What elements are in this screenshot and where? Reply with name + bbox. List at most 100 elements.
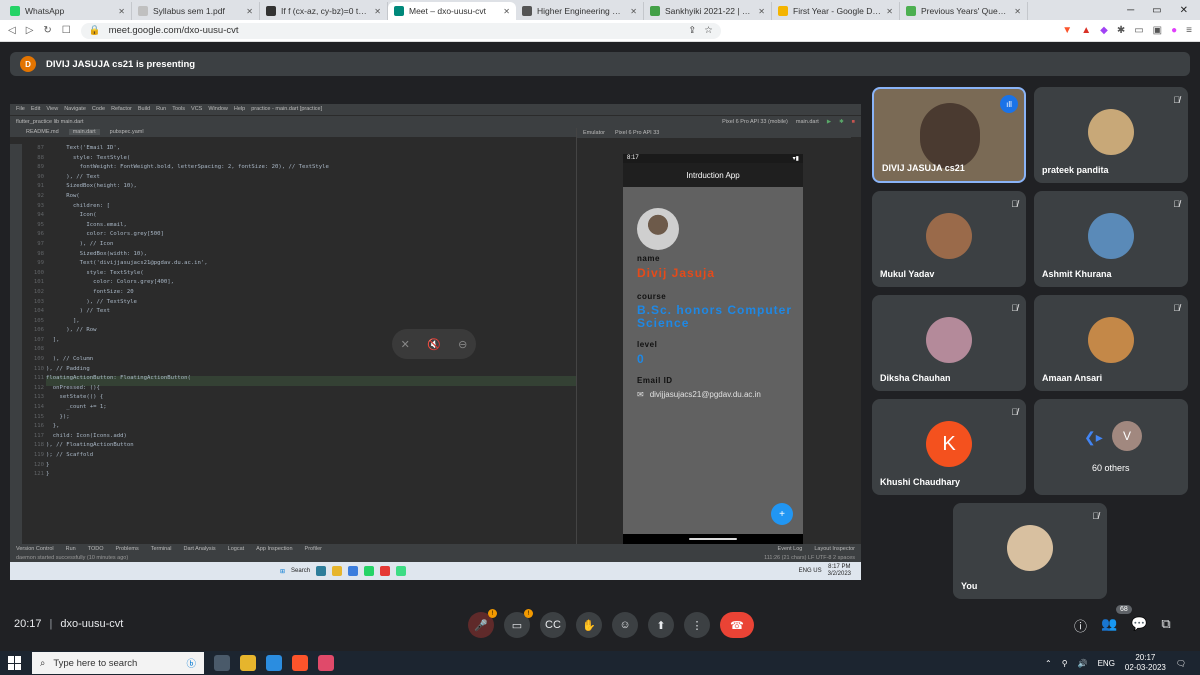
ide-menu-item[interactable]: Edit [31, 106, 40, 113]
stop-icon[interactable]: ■ [852, 119, 855, 125]
participant-tile[interactable]: 🎙̸ Diksha Chauhan [872, 295, 1026, 391]
menu-icon[interactable]: ≡ [1186, 25, 1192, 36]
network-icon[interactable]: ⚲ [1062, 659, 1068, 668]
emulator-device-tab[interactable]: Pixel 6 Pro API 33 [615, 130, 659, 136]
browser-tab[interactable]: WhatsApp ✕ [4, 2, 132, 20]
debug-icon[interactable]: ✱ [839, 119, 844, 125]
tab-close-icon[interactable]: ✕ [118, 7, 125, 16]
browser-tab[interactable]: Syllabus sem 1.pdf ✕ [132, 2, 260, 20]
code-editor[interactable]: Text('Email ID', style: TextStyle( fontW… [46, 144, 576, 544]
bookmark-icon[interactable]: ☐ [62, 25, 71, 36]
ide-menu-item[interactable]: Help [234, 106, 245, 113]
ide-menu-item[interactable]: Build [138, 106, 150, 113]
close-window-icon[interactable]: ✕ [1180, 5, 1188, 16]
chat-icon[interactable]: 💬 [1131, 616, 1147, 635]
camera-toggle-button[interactable]: ▭! [504, 609, 533, 638]
ide-menu-item[interactable]: File [16, 106, 25, 113]
tab-close-icon[interactable]: ✕ [1014, 7, 1021, 16]
url-field[interactable]: 🔒 meet.google.com/dxo-uusu-cvt ⇪ ☆ [80, 22, 721, 39]
remove-icon[interactable]: ⊖ [458, 338, 467, 351]
puzzle-icon[interactable]: ✱ [1117, 25, 1125, 36]
browser-tab[interactable]: Previous Years' Question Papers ✕ [900, 2, 1028, 20]
participant-tile[interactable]: 🎙̸ Ashmit Khurana [1034, 191, 1188, 287]
start-icon[interactable] [8, 656, 22, 670]
ide-tool-window-button[interactable]: Profiler [305, 546, 322, 552]
ide-menu-item[interactable]: Tools [172, 106, 185, 113]
participant-tile[interactable]: 🎙̸ Mukul Yadav [872, 191, 1026, 287]
tab-close-icon[interactable]: ✕ [630, 7, 637, 16]
tab-close-icon[interactable]: ✕ [503, 7, 510, 16]
brave-browser-icon[interactable] [292, 655, 308, 671]
browser-tab[interactable]: Meet – dxo-uusu-cvt ✕ [388, 2, 516, 20]
raise-hand-button[interactable]: ✋ [576, 612, 602, 638]
tab-close-icon[interactable]: ✕ [374, 7, 381, 16]
browser-tab[interactable]: If f (cx-az, cy-bz)=0 then show ✕ [260, 2, 388, 20]
ide-tool-window-button[interactable]: Terminal [151, 546, 172, 552]
ide-menu-item[interactable]: Code [92, 106, 105, 113]
taskbar-clock[interactable]: 20:17 02-03-2023 [1125, 653, 1166, 673]
brave-icon[interactable]: ▼ [1062, 25, 1072, 36]
file-explorer-icon[interactable] [240, 655, 256, 671]
ide-tool-window-button[interactable]: Dart Analysis [184, 546, 216, 552]
ide-tool-window-button[interactable]: Version Control [16, 546, 54, 552]
star-icon[interactable]: ☆ [704, 25, 713, 36]
app-icon[interactable] [318, 655, 334, 671]
ide-menu-item[interactable]: VCS [191, 106, 202, 113]
activities-icon[interactable]: ⧉ [1161, 616, 1170, 635]
extension-icon[interactable]: ◆ [1100, 25, 1108, 36]
browser-tab[interactable]: First Year - Google Drive ✕ [772, 2, 900, 20]
forward-icon[interactable]: ▷ [26, 25, 34, 36]
others-tile[interactable]: ❮▸ V 60 others [1034, 399, 1188, 495]
ide-file-tab[interactable]: pubspec.yaml [110, 129, 144, 135]
ide-tool-window-button[interactable]: App Inspection [256, 546, 292, 552]
device-selector[interactable]: Pixel 6 Pro API 33 (mobile) [722, 119, 788, 125]
run-icon[interactable]: ▶ [827, 119, 831, 125]
ide-tool-window-button[interactable]: Event Log [778, 546, 803, 552]
vscode-icon[interactable] [266, 655, 282, 671]
ide-tool-window-button[interactable]: Logcat [228, 546, 245, 552]
ide-menu-item[interactable]: Refactor [111, 106, 132, 113]
pin-off-icon[interactable]: ✕ [401, 338, 410, 351]
run-config-selector[interactable]: main.dart [796, 119, 819, 125]
ide-menu-item[interactable]: Navigate [64, 106, 86, 113]
maximize-icon[interactable]: ▭ [1152, 5, 1161, 16]
more-options-button[interactable]: ⋮ [684, 612, 710, 638]
taskbar-search[interactable]: ⌕ Type here to search ⓑ [32, 652, 204, 674]
share-icon[interactable]: ⇪ [688, 25, 696, 36]
rewards-icon[interactable]: ▲ [1081, 25, 1091, 36]
ide-file-tab[interactable]: README.md [26, 129, 59, 135]
mute-icon[interactable]: 🔇 [427, 338, 441, 351]
tab-close-icon[interactable]: ✕ [758, 7, 765, 16]
participant-tile[interactable]: 🎙̸ prateek pandita [1034, 87, 1188, 183]
notification-icon[interactable]: 🗨 [1176, 659, 1186, 668]
present-button[interactable]: ⬆ [648, 612, 674, 638]
tray-lang[interactable]: ENG [1098, 659, 1115, 668]
task-view-icon[interactable] [214, 655, 230, 671]
ide-menu-item[interactable]: View [46, 106, 58, 113]
ide-tool-window-button[interactable]: Layout Inspector [814, 546, 855, 552]
ide-menu-item[interactable]: practice - main.dart [practice] [251, 106, 322, 113]
reactions-button[interactable]: ☺ [612, 612, 638, 638]
browser-tab[interactable]: Sankhyiki 2021-22 | Linktree ✕ [644, 2, 772, 20]
sidebar-icon[interactable]: ▭ [1134, 25, 1143, 36]
participant-tile[interactable]: 🎙̸ Amaan Ansari [1034, 295, 1188, 391]
wallet-icon[interactable]: ▣ [1153, 25, 1162, 36]
people-icon[interactable]: 👥 [1101, 616, 1117, 635]
leave-call-button[interactable]: ☎ [720, 612, 754, 638]
tab-close-icon[interactable]: ✕ [886, 7, 893, 16]
captions-button[interactable]: CC [540, 612, 566, 638]
tab-close-icon[interactable]: ✕ [246, 7, 253, 16]
add-fab-button[interactable]: + [771, 503, 793, 525]
minimize-icon[interactable]: ─ [1127, 5, 1134, 16]
ide-tool-window-button[interactable]: Problems [116, 546, 139, 552]
ide-tool-window-button[interactable]: Run [66, 546, 76, 552]
participant-tile[interactable]: 🎙̸ K Khushi Chaudhary [872, 399, 1026, 495]
participant-tile-speaking[interactable]: ıll DIVIJ JASUJA cs21 [872, 87, 1026, 183]
emulator-tab[interactable]: Emulator [583, 130, 605, 136]
ide-file-tab[interactable]: main.dart [68, 129, 100, 135]
chevron-up-icon[interactable]: ⌃ [1045, 659, 1052, 668]
back-icon[interactable]: ◁ [8, 25, 16, 36]
ide-menu-item[interactable]: Run [156, 106, 166, 113]
browser-tab[interactable]: Higher Engineering Mathematic ✕ [516, 2, 644, 20]
ide-menu-item[interactable]: Window [208, 106, 228, 113]
